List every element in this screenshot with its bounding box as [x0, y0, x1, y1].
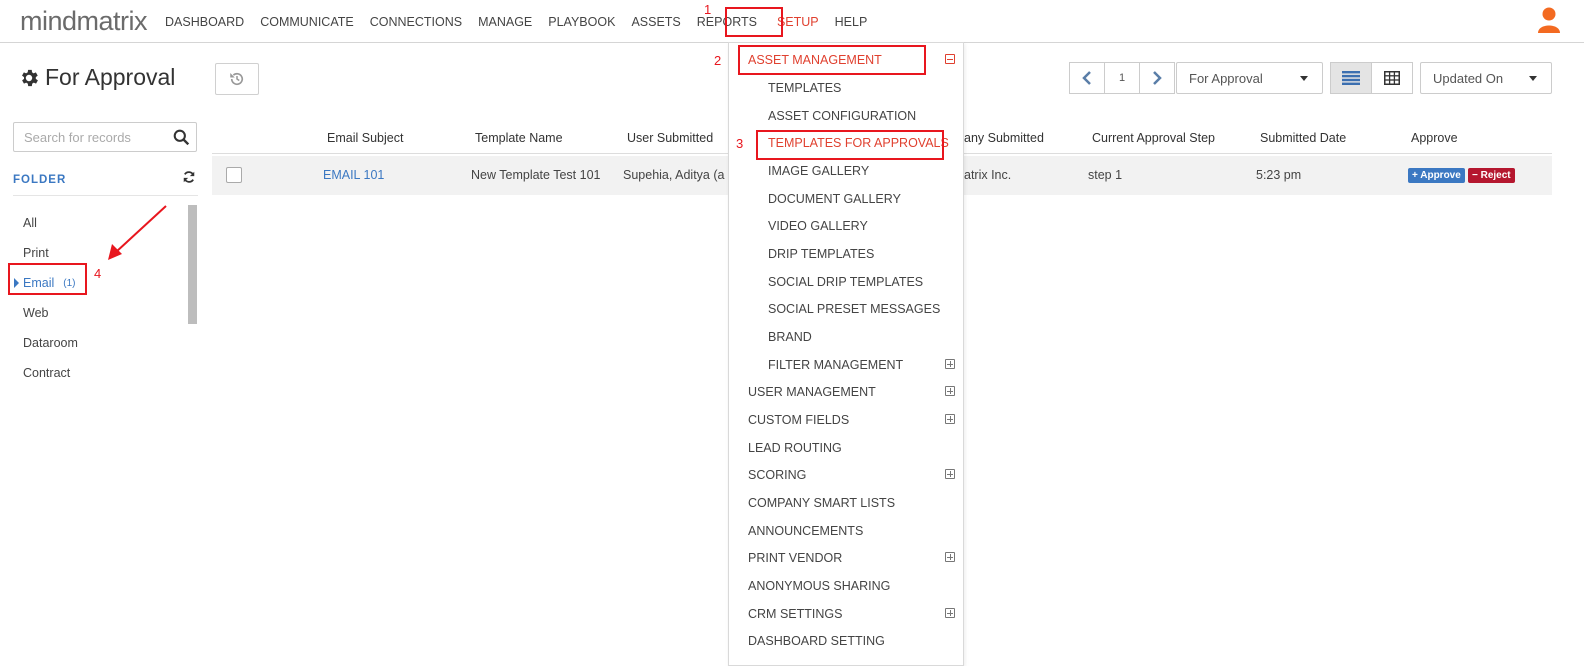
expand-icon[interactable]: [945, 359, 955, 369]
expand-icon[interactable]: [945, 608, 955, 618]
company-submitted-cell: atrix Inc.: [964, 168, 1012, 182]
menu-image-gallery[interactable]: IMAGE GALLERY: [768, 164, 869, 178]
menu-announcements[interactable]: ANNOUNCEMENTS: [748, 524, 863, 538]
col-template-name[interactable]: Template Name: [475, 131, 563, 145]
menu-dashboard-setting[interactable]: DASHBOARD SETTING: [748, 634, 885, 648]
page-number[interactable]: 1: [1105, 62, 1139, 94]
search-input[interactable]: [14, 123, 164, 151]
collapse-icon[interactable]: [945, 54, 955, 64]
refresh-icon[interactable]: [182, 170, 196, 184]
sort-value: Updated On: [1433, 70, 1504, 86]
menu-anonymous-sharing[interactable]: ANONYMOUS SHARING: [748, 579, 890, 593]
menu-user-management[interactable]: USER MANAGEMENT: [748, 385, 876, 399]
menu-custom-fields[interactable]: CUSTOM FIELDS: [748, 413, 849, 427]
annotation-box-setup: [725, 7, 783, 37]
nav-dashboard[interactable]: DASHBOARD: [157, 15, 252, 29]
chevron-left-icon: [1082, 71, 1091, 85]
search-icon[interactable]: [173, 129, 190, 146]
folder-header: FOLDER: [13, 170, 198, 196]
annotation-arrow-icon: [108, 205, 167, 260]
menu-scoring[interactable]: SCORING: [748, 468, 806, 482]
user-icon[interactable]: [1537, 6, 1561, 34]
menu-filter-management[interactable]: FILTER MANAGEMENT: [768, 358, 903, 372]
reject-button[interactable]: − Reject: [1468, 168, 1515, 183]
page-title-text: For Approval: [45, 64, 176, 90]
nav-connections[interactable]: CONNECTIONS: [362, 15, 470, 29]
grid-view-button[interactable]: [1371, 62, 1413, 94]
expand-icon[interactable]: [945, 414, 955, 424]
prev-page-button[interactable]: [1069, 62, 1105, 94]
folder-item-label: All: [23, 216, 37, 230]
folder-item-label: Contract: [23, 366, 71, 380]
menu-lead-routing[interactable]: LEAD ROUTING: [748, 441, 842, 455]
top-navbar: mindmatrix DASHBOARD COMMUNICATE CONNECT…: [0, 0, 1584, 43]
expand-icon[interactable]: [945, 552, 955, 562]
nav-manage[interactable]: MANAGE: [470, 15, 540, 29]
sidebar-scrollbar[interactable]: [188, 205, 197, 324]
folder-item-label: Print: [23, 246, 49, 260]
template-name-cell: New Template Test 101: [471, 168, 601, 182]
folder-contract[interactable]: Contract: [13, 358, 185, 388]
list-view-button[interactable]: [1330, 62, 1372, 94]
row-checkbox[interactable]: [226, 167, 242, 183]
list-icon: [1342, 71, 1360, 85]
nav-playbook[interactable]: PLAYBOOK: [540, 15, 623, 29]
folder-label: FOLDER: [13, 174, 67, 186]
expand-icon[interactable]: [945, 469, 955, 479]
page-title: For Approval: [18, 64, 175, 91]
email-subject-link[interactable]: EMAIL 101: [323, 168, 384, 182]
nav-help[interactable]: HELP: [826, 15, 876, 29]
caret-down-icon: [1529, 76, 1537, 81]
annotation-box-templates-for-approvals: [756, 130, 944, 160]
annotation-number-4: 4: [94, 266, 102, 281]
col-submitted-date[interactable]: Submitted Date: [1260, 131, 1346, 145]
annotation-box-email-folder: [8, 263, 87, 295]
menu-document-gallery[interactable]: DOCUMENT GALLERY: [768, 192, 901, 206]
col-email-subject[interactable]: Email Subject: [327, 131, 403, 145]
status-filter-value: For Approval: [1189, 70, 1263, 86]
menu-crm-settings[interactable]: CRM SETTINGS: [748, 607, 842, 621]
annotation-number-2: 2: [714, 53, 722, 68]
nav-communicate[interactable]: COMMUNICATE: [252, 15, 362, 29]
annotation-number-3: 3: [736, 136, 744, 151]
expand-icon[interactable]: [945, 386, 955, 396]
col-company-submitted[interactable]: any Submitted: [964, 131, 1044, 145]
gear-icon: [22, 69, 38, 86]
app-logo[interactable]: mindmatrix: [20, 6, 148, 37]
folder-item-label: Dataroom: [23, 336, 78, 350]
menu-drip-templates[interactable]: DRIP TEMPLATES: [768, 247, 874, 261]
menu-print-vendor[interactable]: PRINT VENDOR: [748, 551, 842, 565]
reset-button[interactable]: [215, 63, 259, 95]
folder-web[interactable]: Web: [13, 298, 185, 328]
approve-button[interactable]: + Approve: [1408, 168, 1465, 183]
menu-asset-configuration[interactable]: ASSET CONFIGURATION: [768, 109, 916, 123]
approval-step-cell: step 1: [1088, 168, 1123, 182]
next-page-button[interactable]: [1139, 62, 1175, 94]
user-submitted-cell: Supehia, Aditya (a: [623, 168, 725, 182]
nav-assets[interactable]: ASSETS: [623, 15, 688, 29]
history-icon: [230, 72, 244, 86]
annotation-number-1: 1: [704, 2, 712, 17]
menu-templates[interactable]: TEMPLATES: [768, 81, 841, 95]
menu-company-smart-lists[interactable]: COMPANY SMART LISTS: [748, 496, 895, 510]
chevron-right-icon: [1153, 71, 1162, 85]
sort-select[interactable]: Updated On: [1420, 62, 1552, 94]
folder-dataroom[interactable]: Dataroom: [13, 328, 185, 358]
search-box: [13, 122, 197, 152]
table-icon: [1384, 71, 1400, 85]
caret-down-icon: [1300, 76, 1308, 81]
annotation-box-asset-management: [738, 45, 926, 75]
status-filter-select[interactable]: For Approval: [1176, 62, 1323, 94]
col-approval-step[interactable]: Current Approval Step: [1092, 131, 1215, 145]
menu-social-preset-messages[interactable]: SOCIAL PRESET MESSAGES: [768, 302, 940, 316]
col-user-submitted[interactable]: User Submitted: [627, 131, 713, 145]
menu-social-drip-templates[interactable]: SOCIAL DRIP TEMPLATES: [768, 275, 923, 289]
submitted-date-cell: 5:23 pm: [1256, 168, 1302, 182]
pagination: 1: [1069, 62, 1175, 94]
folder-item-label: Web: [23, 306, 49, 320]
menu-brand[interactable]: BRAND: [768, 330, 812, 344]
col-approve: Approve: [1411, 131, 1458, 145]
menu-video-gallery[interactable]: VIDEO GALLERY: [768, 219, 868, 233]
